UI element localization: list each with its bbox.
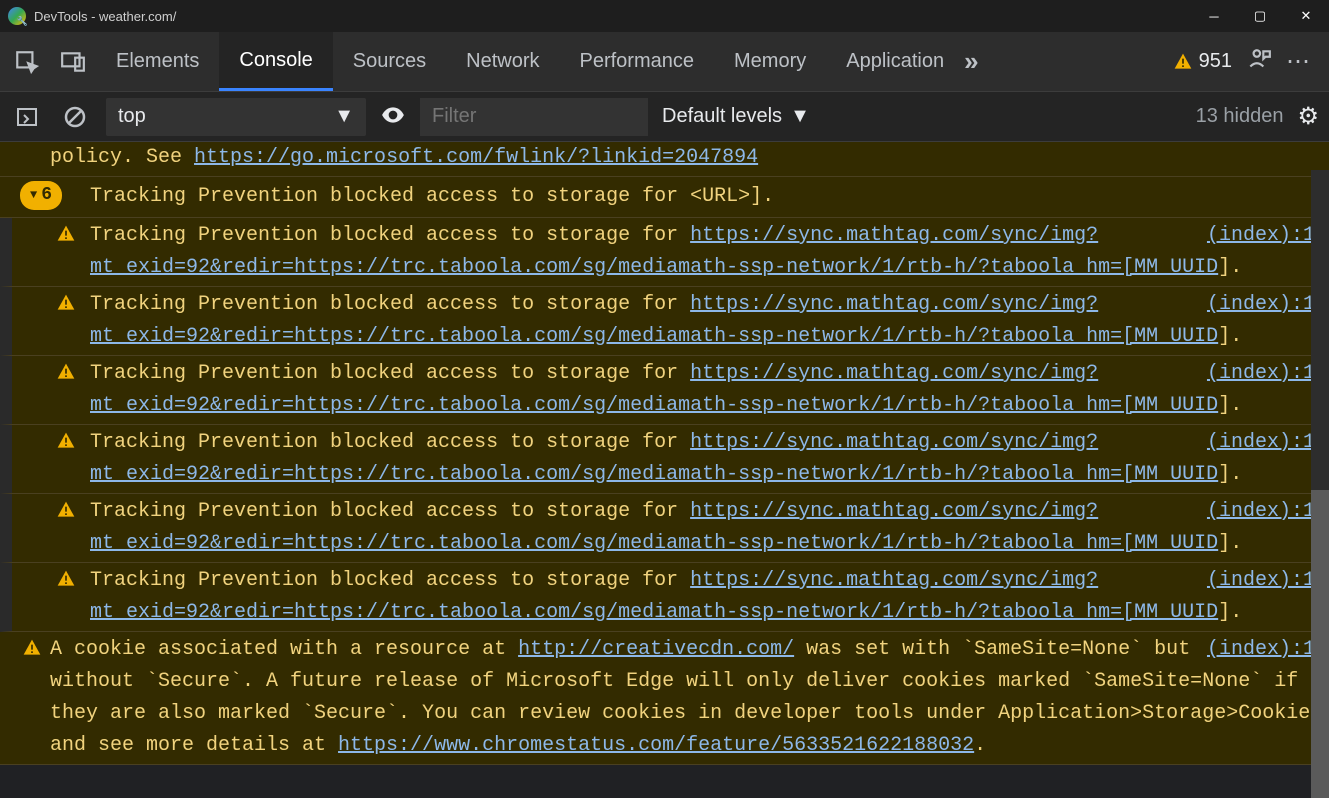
- source-link[interactable]: (index):1: [1207, 220, 1315, 252]
- link[interactable]: http://creativecdn.com/: [518, 638, 794, 661]
- console-warning-row: (index):1 Tracking Prevention blocked ac…: [0, 356, 1329, 425]
- dropdown-triangle-icon: ▼: [334, 105, 354, 128]
- main-toolbar: Elements Console Sources Network Perform…: [0, 32, 1329, 92]
- tab-console[interactable]: Console: [219, 32, 332, 91]
- window-maximize-button[interactable]: ▢: [1237, 0, 1283, 32]
- live-expression-icon[interactable]: [380, 102, 406, 131]
- tab-elements[interactable]: Elements: [96, 32, 219, 91]
- console-filter-bar: top ▼ Default levels ▼ 13 hidden ⚙: [0, 92, 1329, 142]
- source-link[interactable]: (index):1: [1207, 289, 1315, 321]
- group-count-pill[interactable]: 6: [20, 181, 62, 210]
- context-selector[interactable]: top ▼: [106, 98, 366, 136]
- tab-application[interactable]: Application: [826, 32, 964, 91]
- panel-tabs: Elements Console Sources Network Perform…: [96, 32, 979, 91]
- console-output[interactable]: policy. See https://go.microsoft.com/fwl…: [0, 142, 1329, 798]
- link[interactable]: https://go.microsoft.com/fwlink/?linkid=…: [194, 146, 758, 169]
- source-link[interactable]: (index):1: [1207, 358, 1315, 390]
- console-warning-row: (index):1 Tracking Prevention blocked ac…: [0, 218, 1329, 287]
- source-link[interactable]: (index):1: [1207, 427, 1315, 459]
- clear-console-icon[interactable]: [58, 100, 92, 134]
- devtools-app-icon: [8, 7, 26, 25]
- warning-icon: [22, 638, 42, 670]
- console-warning-row: (index):1 A cookie associated with a res…: [0, 632, 1329, 765]
- log-levels-selector[interactable]: Default levels ▼: [662, 105, 810, 128]
- source-link[interactable]: (index):1: [1207, 496, 1315, 528]
- warning-icon: [56, 224, 76, 256]
- dropdown-triangle-icon: ▼: [790, 105, 810, 128]
- warning-icon: [56, 293, 76, 325]
- hidden-count[interactable]: 13 hidden: [1196, 105, 1284, 128]
- warning-icon: [56, 500, 76, 532]
- window-minimize-button[interactable]: ─: [1191, 0, 1237, 32]
- filter-input[interactable]: [420, 98, 648, 136]
- toggle-drawer-icon[interactable]: [10, 100, 44, 134]
- console-warning-row: (index):1 Tracking Prevention blocked ac…: [0, 563, 1329, 632]
- tab-memory[interactable]: Memory: [714, 32, 826, 91]
- tab-sources[interactable]: Sources: [333, 32, 446, 91]
- tab-network[interactable]: Network: [446, 32, 559, 91]
- window-close-button[interactable]: ✕: [1283, 0, 1329, 32]
- link[interactable]: https://www.chromestatus.com/feature/563…: [338, 734, 974, 757]
- source-link[interactable]: (index):1: [1207, 565, 1315, 597]
- console-warning-row: (index):1 Tracking Prevention blocked ac…: [0, 287, 1329, 356]
- tab-performance[interactable]: Performance: [560, 32, 715, 91]
- feedback-icon[interactable]: [1246, 47, 1272, 76]
- warning-icon: [56, 569, 76, 601]
- more-tabs-chevron-icon[interactable]: »: [964, 46, 978, 77]
- console-group-header[interactable]: 6 Tracking Prevention blocked access to …: [0, 177, 1329, 218]
- window-title: DevTools - weather.com/: [34, 9, 1191, 24]
- warning-count-badge[interactable]: 951: [1173, 50, 1232, 73]
- scrollbar-thumb[interactable]: [1311, 490, 1329, 798]
- warning-icon: [1173, 52, 1193, 72]
- console-settings-gear-icon[interactable]: ⚙: [1297, 102, 1319, 131]
- inspect-element-icon[interactable]: [4, 39, 50, 85]
- warning-icon: [56, 362, 76, 394]
- warning-icon: [56, 431, 76, 463]
- device-toggle-icon[interactable]: [50, 39, 96, 85]
- scrollbar-track[interactable]: [1311, 170, 1329, 790]
- more-options-icon[interactable]: ⋯: [1286, 47, 1313, 76]
- console-warning-row: (index):1 Tracking Prevention blocked ac…: [0, 494, 1329, 563]
- source-link[interactable]: (index):1: [1207, 634, 1315, 666]
- window-title-bar: DevTools - weather.com/ ─ ▢ ✕: [0, 0, 1329, 32]
- console-warning-row: (index):1 Tracking Prevention blocked ac…: [0, 425, 1329, 494]
- console-warning-row: policy. See https://go.microsoft.com/fwl…: [0, 142, 1329, 177]
